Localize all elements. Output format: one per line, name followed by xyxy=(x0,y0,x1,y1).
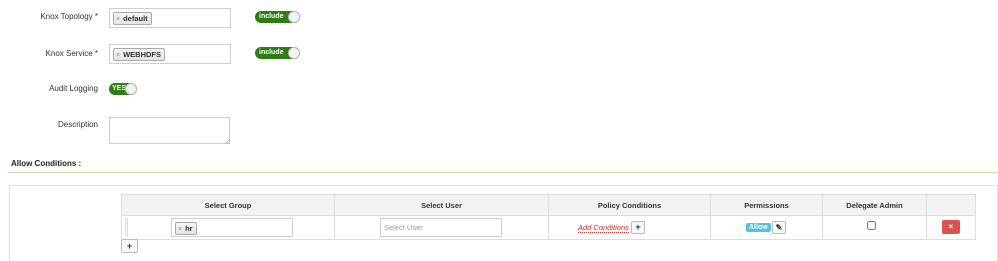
header-select-user: Select User xyxy=(334,194,549,216)
section-divider xyxy=(8,172,998,173)
delegate-admin-checkbox[interactable] xyxy=(867,221,876,230)
resize-grip-icon[interactable] xyxy=(225,139,230,144)
knox-service-label: Knox Service * xyxy=(45,49,98,58)
toggle-knob-icon xyxy=(125,83,137,95)
add-condition-plus-icon[interactable]: + xyxy=(631,221,645,234)
audit-logging-toggle[interactable]: YES xyxy=(109,83,137,95)
service-include-toggle[interactable]: include xyxy=(255,47,300,59)
tag-remove-icon[interactable]: × xyxy=(178,226,182,233)
user-cell xyxy=(334,215,549,240)
permissions-cell: Allow ✎ xyxy=(710,215,823,240)
knox-topology-input[interactable]: × default xyxy=(109,8,231,28)
description-textarea[interactable] xyxy=(109,117,230,144)
service-tag-text: WEBHDFS xyxy=(123,50,162,59)
header-actions xyxy=(926,194,976,216)
service-toggle-label: include xyxy=(259,49,284,56)
topology-tag: × default xyxy=(113,12,152,25)
permission-badge: Allow xyxy=(746,223,771,232)
header-policy-conditions: Policy Conditions xyxy=(548,194,711,216)
add-row-plus-icon[interactable]: + xyxy=(121,239,138,253)
allow-conditions-panel: Select Group Select User Policy Conditio… xyxy=(9,185,998,261)
topology-tag-text: default xyxy=(123,14,148,23)
topology-toggle-label: include xyxy=(259,13,284,20)
description-label: Description xyxy=(57,120,98,129)
select-group-input[interactable]: × hr xyxy=(171,218,293,237)
toggle-knob-icon xyxy=(288,11,300,23)
group-tag: × hr xyxy=(175,222,197,235)
header-delegate-admin: Delegate Admin xyxy=(822,194,927,216)
table-row: ×hr Add Conditions + Allow ✎ xyxy=(121,215,976,240)
knox-topology-label: Knox Topology * xyxy=(40,12,98,21)
topology-include-toggle[interactable]: include xyxy=(255,11,300,23)
header-select-group: Select Group xyxy=(121,194,335,216)
header-permissions: Permissions xyxy=(710,194,823,216)
group-tag-text: hr xyxy=(185,224,193,233)
audit-logging-label: Audit Logging xyxy=(49,84,98,93)
allow-conditions-table: Select Group Select User Policy Conditio… xyxy=(121,194,976,240)
edit-permissions-pencil-icon[interactable]: ✎ xyxy=(772,221,786,234)
add-conditions-link[interactable]: Add Conditions xyxy=(578,223,629,233)
row-drag-handle[interactable] xyxy=(125,218,128,236)
actions-cell: × xyxy=(926,215,976,240)
knox-service-input[interactable]: × WEBHDFS xyxy=(109,44,231,64)
tag-remove-icon[interactable]: × xyxy=(116,52,120,59)
select-user-input[interactable] xyxy=(380,218,502,237)
allow-conditions-title: Allow Conditions : xyxy=(11,159,82,168)
toggle-knob-icon xyxy=(288,47,300,59)
table-header-row: Select Group Select User Policy Conditio… xyxy=(121,194,976,216)
delegate-admin-cell xyxy=(822,215,927,240)
policy-conditions-cell: Add Conditions + xyxy=(548,215,711,240)
tag-remove-icon[interactable]: × xyxy=(116,16,120,23)
audit-toggle-label: YES xyxy=(112,85,127,92)
group-cell: × hr xyxy=(121,215,335,240)
delete-row-icon[interactable]: × xyxy=(942,220,960,234)
service-tag: × WEBHDFS xyxy=(113,48,166,61)
